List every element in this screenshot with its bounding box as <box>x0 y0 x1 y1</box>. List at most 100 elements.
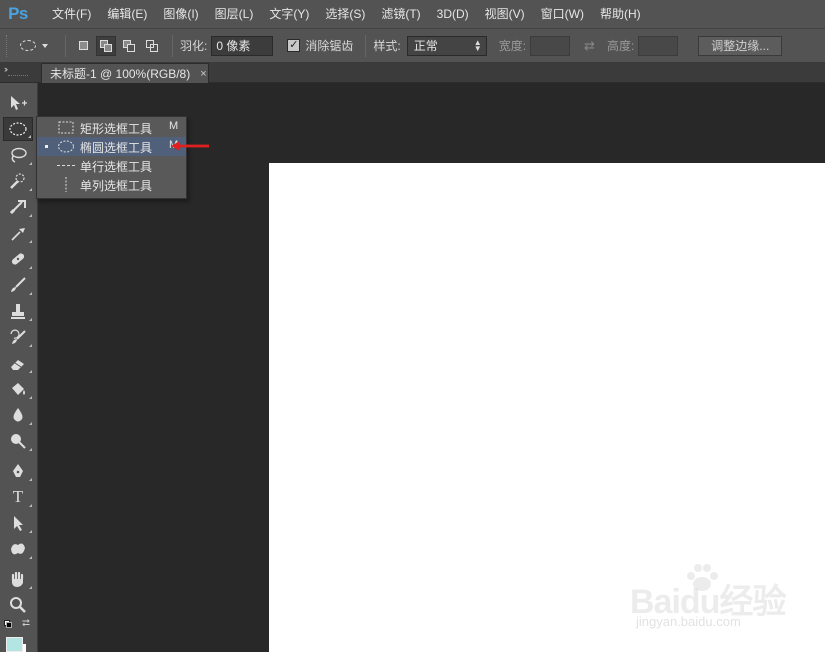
collapse-toolbar-icon[interactable]: ›› <box>4 64 8 74</box>
intersect-selection-button[interactable] <box>142 36 162 56</box>
red-arrow-annotation <box>171 141 209 151</box>
dodge-icon <box>11 434 26 449</box>
tool-preset-picker[interactable] <box>20 34 58 58</box>
options-bar-grip[interactable] <box>6 34 12 57</box>
menu-3d[interactable]: 3D(D) <box>429 0 477 28</box>
eraser-tool[interactable] <box>3 351 33 375</box>
menu-window[interactable]: 窗口(W) <box>533 0 592 28</box>
pen-tool[interactable] <box>3 459 33 483</box>
height-input[interactable] <box>638 35 679 56</box>
close-icon[interactable]: × <box>200 68 206 80</box>
move-tool[interactable] <box>3 91 33 115</box>
hand-tool[interactable] <box>3 567 33 591</box>
toolbar-header[interactable]: ›› <box>0 63 38 83</box>
spot-healing-tool[interactable] <box>3 247 33 271</box>
flyout-item-single-column-marquee[interactable]: 单列选框工具 <box>37 175 186 194</box>
options-bar: 羽化: 0 像素 ✓ 消除锯齿 样式: 正常 ▲ ▼ 宽度: ⇄ 高度: 调整边缘… <box>0 28 825 63</box>
new-selection-button[interactable] <box>73 36 93 56</box>
swap-colors-icon[interactable]: ⮂ <box>22 618 30 629</box>
refine-edge-button[interactable]: 调整边缘... <box>698 35 783 56</box>
menu-filter[interactable]: 滤镜(T) <box>373 0 428 28</box>
menu-help[interactable]: 帮助(H) <box>592 0 649 28</box>
new-selection-icon <box>78 41 88 50</box>
style-select-value: 正常 <box>413 38 438 53</box>
path-selection-tool[interactable] <box>3 511 33 535</box>
zoom-tool[interactable] <box>3 593 33 617</box>
watermark-url: jingyan.baidu.com <box>636 614 741 629</box>
subtract-from-selection-button[interactable] <box>119 36 139 56</box>
menu-bar: Ps 文件(F) 编辑(E) 图像(I) 图层(L) 文字(Y) 选择(S) 滤… <box>0 0 825 28</box>
toolbar-grip <box>8 75 28 77</box>
magnifier-icon <box>10 597 26 613</box>
droplet-icon <box>13 408 23 422</box>
foreground-color-swatch[interactable] <box>6 637 23 652</box>
dropdown-arrow-icon <box>42 43 48 48</box>
marquee-tool-flyout: 矩形选框工具 M 椭圆选框工具 M 单行选框工具 单列选框工具 <box>36 116 187 199</box>
type-icon: T <box>12 487 24 506</box>
menu-items: 文件(F) 编辑(E) 图像(I) 图层(L) 文字(Y) 选择(S) 滤镜(T… <box>44 0 649 28</box>
swap-dimensions-icon[interactable]: ⇄ <box>584 38 595 54</box>
flyout-item-label: 矩形选框工具 <box>80 122 153 136</box>
flyout-item-single-row-marquee[interactable]: 单行选框工具 <box>37 156 186 175</box>
eraser-icon <box>11 360 24 370</box>
eyedropper-icon <box>11 228 25 241</box>
eyedropper-tool[interactable] <box>3 221 33 245</box>
width-label: 宽度: <box>498 39 527 53</box>
divider <box>172 34 173 57</box>
width-input[interactable] <box>530 35 571 56</box>
style-label: 样式: <box>373 39 401 53</box>
flyout-item-rectangular-marquee[interactable]: 矩形选框工具 M <box>37 118 186 137</box>
divider <box>365 34 367 57</box>
crop-icon <box>9 200 26 215</box>
checkmark-icon: ✓ <box>289 39 299 51</box>
menu-layer[interactable]: 图层(L) <box>207 0 262 28</box>
selected-indicator-icon <box>45 145 48 148</box>
custom-shape-icon <box>11 543 25 555</box>
custom-shape-tool[interactable] <box>3 537 33 561</box>
menu-type[interactable]: 文字(Y) <box>261 0 317 28</box>
type-tool[interactable]: T <box>3 485 33 509</box>
menu-image[interactable]: 图像(I) <box>155 0 206 28</box>
single-column-marquee-icon <box>57 177 75 192</box>
move-icon <box>11 96 27 110</box>
menu-edit[interactable]: 编辑(E) <box>99 0 155 28</box>
flyout-item-label: 单列选框工具 <box>80 179 153 193</box>
tools-panel: T ⮂ <box>0 83 38 652</box>
subtract-from-selection-icon <box>123 39 135 52</box>
clone-stamp-tool[interactable] <box>3 299 33 323</box>
add-to-selection-button[interactable] <box>96 35 116 56</box>
brush-tool[interactable] <box>3 273 33 297</box>
stamp-icon <box>11 304 25 319</box>
divider <box>65 34 66 57</box>
elliptical-marquee-icon <box>57 139 75 154</box>
document-tab-title: 未标题-1 @ 100%(RGB/8) <box>50 67 191 81</box>
elliptical-marquee-tool[interactable] <box>3 117 33 141</box>
style-select[interactable]: 正常 ▲ ▼ <box>406 35 487 56</box>
flyout-item-elliptical-marquee[interactable]: 椭圆选框工具 M <box>37 137 186 156</box>
document-tab[interactable]: 未标题-1 @ 100%(RGB/8) × <box>41 63 209 83</box>
lasso-tool[interactable] <box>3 143 33 167</box>
antialias-label: 消除锯齿 <box>305 39 354 53</box>
photoshop-logo: Ps <box>8 4 28 23</box>
intersect-selection-icon <box>146 39 158 52</box>
menu-file[interactable]: 文件(F) <box>44 0 99 28</box>
dodge-tool[interactable] <box>3 429 33 453</box>
path-selection-icon <box>14 516 23 531</box>
baidu-watermark: Baidu经验 jingyan.baidu.com <box>630 562 790 638</box>
antialias-checkbox[interactable]: ✓ <box>287 39 301 52</box>
hand-icon <box>11 571 24 587</box>
blur-tool[interactable] <box>3 403 33 427</box>
updown-arrow-icon: ▲ ▼ <box>473 37 482 53</box>
single-row-marquee-icon <box>57 158 75 173</box>
menu-select[interactable]: 选择(S) <box>317 0 373 28</box>
pen-icon <box>13 464 23 477</box>
quick-selection-tool[interactable] <box>3 169 33 193</box>
brush-icon <box>11 277 26 292</box>
feather-input[interactable]: 0 像素 <box>211 35 274 56</box>
menu-view[interactable]: 视图(V) <box>477 0 533 28</box>
flyout-item-shortcut: M <box>169 120 179 132</box>
color-swatches: ⮂ <box>4 618 34 652</box>
history-brush-tool[interactable] <box>3 325 33 349</box>
paint-bucket-tool[interactable] <box>3 377 33 401</box>
crop-tool[interactable] <box>3 195 33 219</box>
